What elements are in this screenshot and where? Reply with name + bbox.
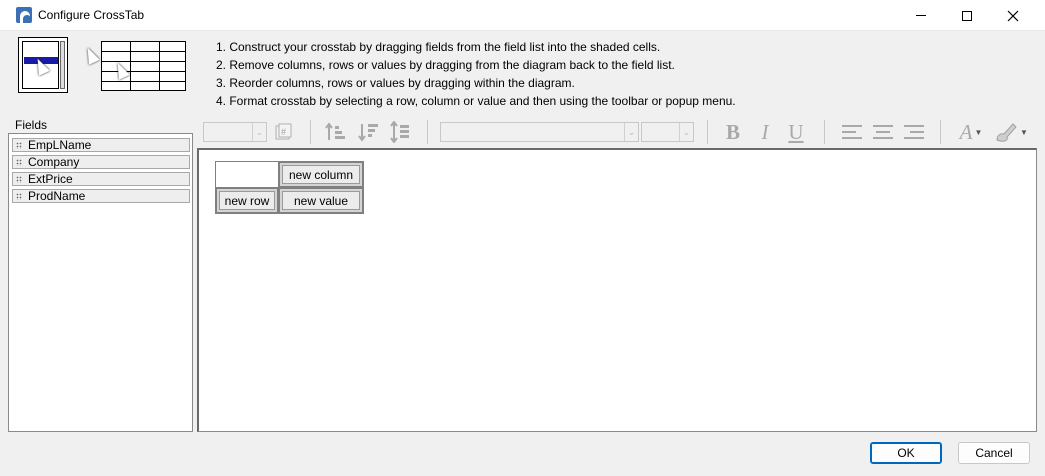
fields-list[interactable]: EmpLName Company ExtPrice ProdName	[8, 133, 193, 432]
underline-button[interactable]: U	[783, 120, 809, 144]
instruction-line: 4. Format crosstab by selecting a row, c…	[216, 94, 736, 108]
window-title: Configure CrossTab	[38, 8, 145, 22]
align-right-button[interactable]	[901, 120, 927, 144]
cursor-icon	[82, 45, 100, 65]
field-item-prodname[interactable]: ProdName	[12, 189, 190, 203]
sort-ascending-icon	[325, 122, 345, 140]
format-toolbar: ⌄ # ⌄ ⌄ B I U A ▼ ▼	[200, 115, 1037, 147]
field-name: EmpLName	[28, 138, 92, 152]
align-right-icon	[904, 125, 924, 139]
field-item-company[interactable]: Company	[12, 155, 190, 169]
fill-color-button[interactable]: ▼	[993, 120, 1029, 144]
align-center-icon	[873, 125, 893, 139]
font-color-button[interactable]: A ▼	[956, 120, 986, 144]
sort-both-icon	[390, 121, 409, 143]
toolbar-separator	[427, 120, 428, 144]
bold-button[interactable]: B	[720, 120, 746, 144]
sort-both-button[interactable]	[386, 120, 414, 144]
crosstab-grid: new column new row new value	[215, 161, 364, 214]
toolbar-separator	[310, 120, 311, 144]
minimize-button[interactable]	[898, 0, 944, 31]
cursor-icon	[112, 60, 130, 80]
align-center-button[interactable]	[870, 120, 896, 144]
fields-label: Fields	[15, 118, 48, 132]
app-icon	[16, 7, 32, 23]
hash-icon: #	[275, 123, 292, 140]
field-list-illustration	[18, 37, 68, 93]
paint-brush-icon	[996, 123, 1017, 142]
field-name: Company	[28, 155, 80, 169]
font-name-combo[interactable]: ⌄	[440, 122, 639, 142]
illustration-scrollbar	[60, 41, 65, 89]
field-item-extprice[interactable]: ExtPrice	[12, 172, 190, 186]
field-item-emplname[interactable]: EmpLName	[12, 138, 190, 152]
new-column-label: new column	[282, 165, 360, 184]
new-row-label: new row	[219, 191, 275, 210]
align-left-icon	[842, 125, 862, 139]
sort-descending-button[interactable]	[355, 120, 383, 144]
new-value-label: new value	[282, 191, 360, 210]
drag-handle-icon	[16, 159, 22, 166]
toolbar-separator	[707, 120, 708, 144]
chevron-down-icon: ⌄	[624, 123, 638, 141]
cancel-button[interactable]: Cancel	[958, 442, 1030, 464]
toolbar-separator	[940, 120, 941, 144]
toolbar-separator	[824, 120, 825, 144]
drag-handle-icon	[16, 142, 22, 149]
instruction-line: 2. Remove columns, rows or values by dra…	[216, 58, 675, 72]
sort-descending-icon	[358, 124, 378, 142]
close-icon	[1007, 10, 1019, 21]
ok-button[interactable]: OK	[870, 442, 942, 464]
maximize-button[interactable]	[944, 0, 990, 31]
instruction-line: 1. Construct your crosstab by dragging f…	[216, 40, 661, 54]
crosstab-grid-illustration	[101, 41, 186, 91]
drag-handle-icon	[16, 193, 22, 200]
chevron-down-icon: ⌄	[679, 123, 693, 141]
title-bar: Configure CrossTab	[0, 0, 1045, 31]
chevron-down-icon: ⌄	[252, 123, 266, 141]
field-name: ProdName	[28, 189, 86, 203]
align-left-button[interactable]	[839, 120, 865, 144]
crosstab-column-cell[interactable]: new column	[279, 162, 363, 187]
font-color-icon: A	[959, 119, 973, 144]
svg-text:#: #	[281, 127, 286, 137]
number-format-button[interactable]: #	[270, 120, 296, 144]
font-size-combo[interactable]: ⌄	[641, 122, 694, 142]
italic-button[interactable]: I	[752, 120, 778, 144]
maximize-icon	[962, 10, 972, 21]
crosstab-row-cell[interactable]: new row	[216, 188, 278, 213]
format-combo[interactable]: ⌄	[203, 122, 267, 142]
instruction-line: 3. Reorder columns, rows or values by dr…	[216, 76, 575, 90]
sort-ascending-button[interactable]	[322, 120, 350, 144]
minimize-icon	[916, 15, 926, 16]
close-button[interactable]	[990, 0, 1036, 31]
field-name: ExtPrice	[28, 172, 73, 186]
drag-handle-icon	[16, 176, 22, 183]
crosstab-designer[interactable]: new column new row new value	[197, 148, 1037, 432]
instructions: 1. Construct your crosstab by dragging f…	[216, 40, 736, 112]
crosstab-value-cell[interactable]: new value	[279, 188, 363, 213]
